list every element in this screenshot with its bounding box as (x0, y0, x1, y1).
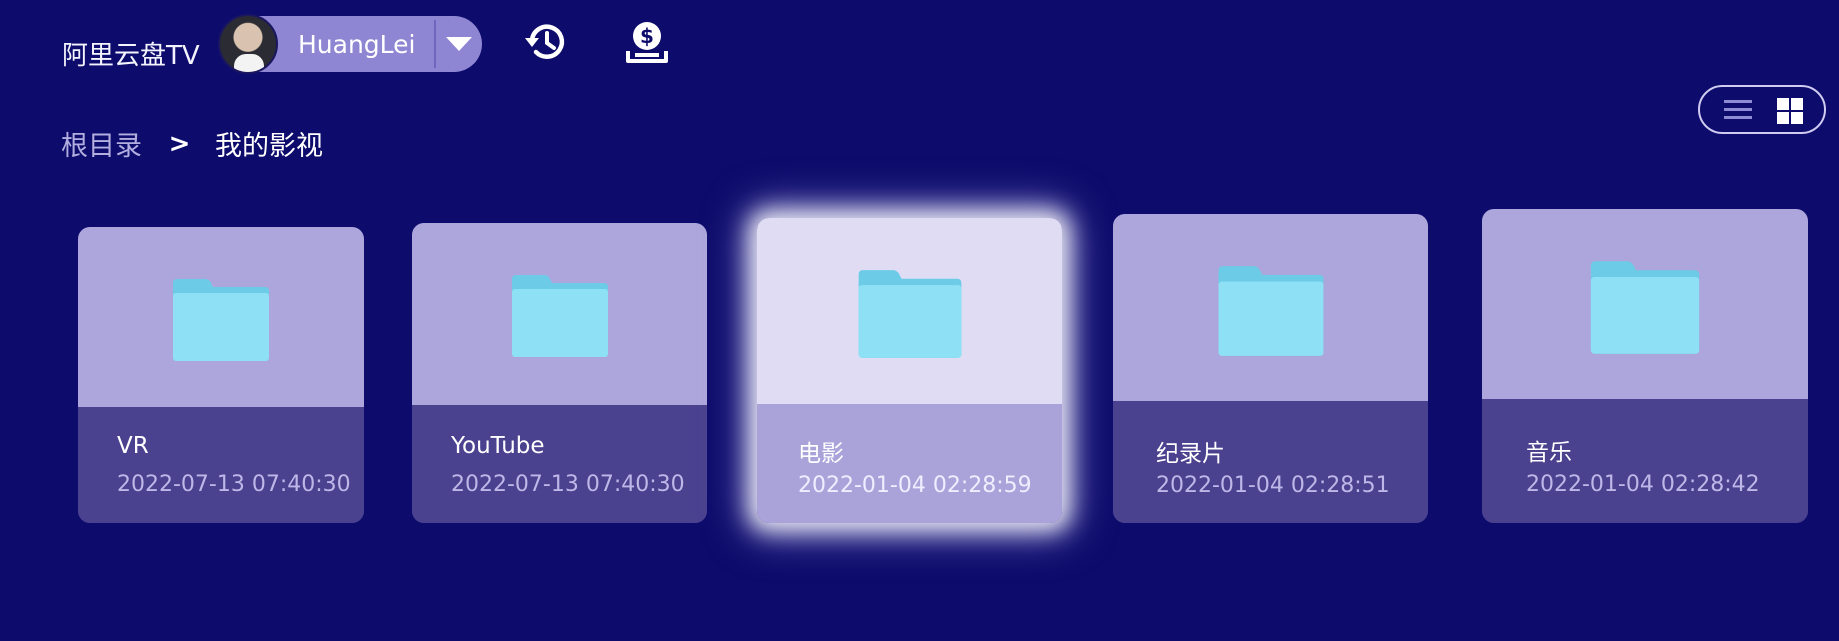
user-dropdown-button[interactable] (436, 16, 482, 72)
history-button[interactable] (522, 18, 570, 66)
avatar (218, 14, 278, 74)
app-title: 阿里云盘TV (62, 41, 200, 71)
folder-name: 音乐 (1526, 440, 1572, 466)
folder-date: 2022-01-04 02:28:42 (1526, 472, 1760, 497)
svg-text:$: $ (640, 24, 654, 48)
user-switcher[interactable]: HuangLei (218, 14, 482, 74)
history-icon (525, 24, 565, 59)
money-icon: $ (626, 22, 668, 63)
folder-icon (511, 275, 608, 357)
chevron-down-icon (446, 37, 472, 51)
folder-date: 2022-01-04 02:28:59 (798, 473, 1032, 498)
folder-card-music[interactable]: 音乐 2022-01-04 02:28:42 (1482, 209, 1808, 523)
breadcrumb: 根目录 > 我的影视 (61, 124, 323, 163)
folder-name: 电影 (798, 441, 844, 467)
list-view-icon[interactable] (1724, 100, 1752, 120)
folder-date: 2022-01-04 02:28:51 (1156, 473, 1390, 498)
folder-card-youtube[interactable]: YouTube 2022-07-13 07:40:30 (412, 223, 707, 523)
breadcrumb-separator: > (168, 129, 191, 159)
folder-icon (1218, 266, 1323, 356)
folder-icon (173, 279, 269, 361)
folder-icon (858, 270, 961, 358)
folder-card-documentary[interactable]: 纪录片 2022-01-04 02:28:51 (1113, 214, 1428, 523)
folder-card-movies[interactable]: 电影 2022-01-04 02:28:59 (757, 218, 1062, 523)
breadcrumb-root[interactable]: 根目录 (61, 131, 142, 162)
folder-name: YouTube (451, 433, 545, 459)
folder-card-vr[interactable]: VR 2022-07-13 07:40:30 (78, 227, 364, 523)
user-name: HuangLei (298, 30, 416, 59)
money-button[interactable]: $ (623, 18, 671, 66)
folder-name: VR (117, 433, 149, 459)
folder-date: 2022-07-13 07:40:30 (117, 472, 351, 497)
folder-icon (1590, 261, 1700, 354)
grid-view-icon[interactable] (1777, 98, 1803, 124)
folder-name: 纪录片 (1156, 441, 1225, 467)
folder-date: 2022-07-13 07:40:30 (451, 472, 685, 497)
view-toggle[interactable] (1698, 85, 1826, 134)
breadcrumb-current: 我的影视 (214, 131, 323, 162)
